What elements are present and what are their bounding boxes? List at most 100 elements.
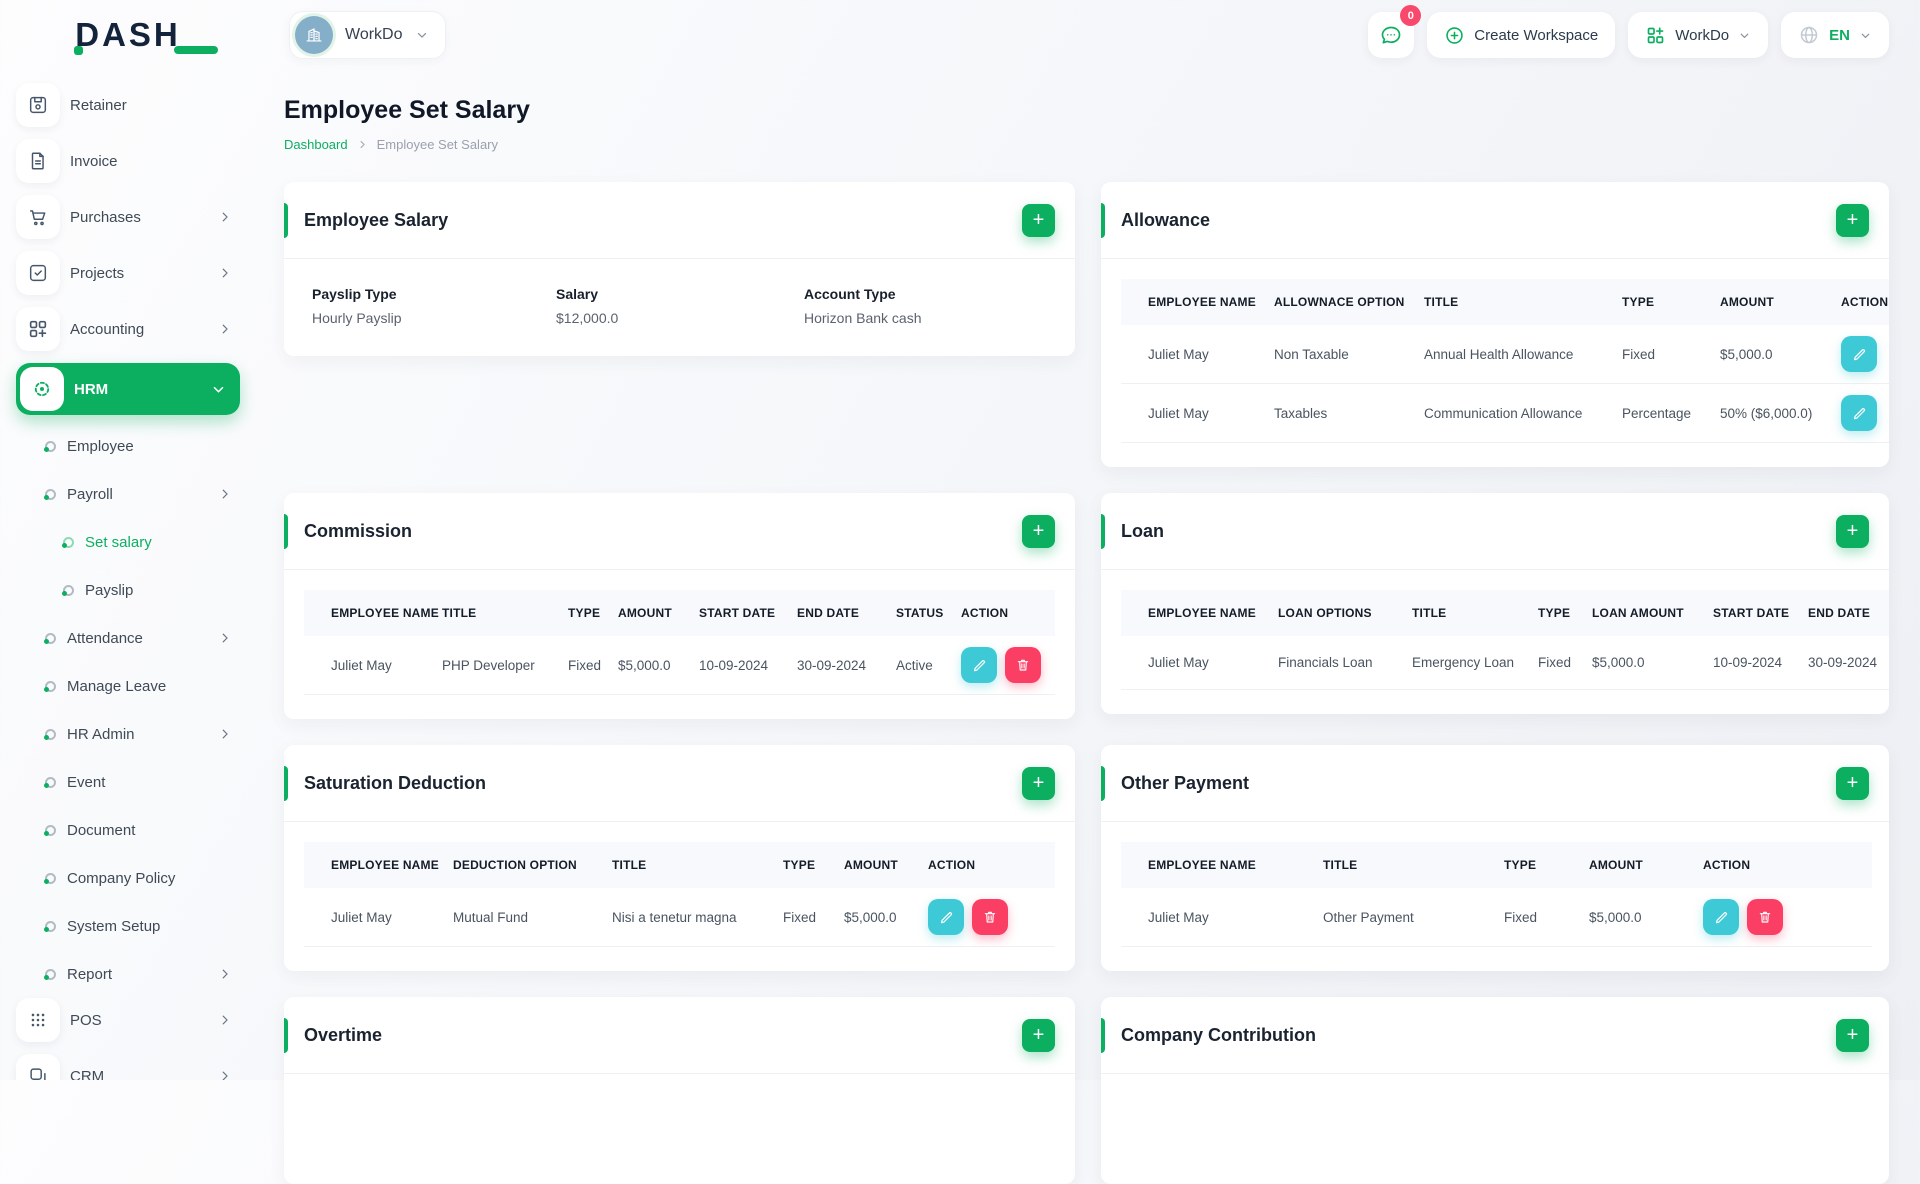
table-cell: Fixed — [1608, 325, 1706, 384]
column-header-employee-name: EMPLOYEE NAME — [1121, 842, 1309, 888]
edit-button[interactable] — [1841, 336, 1877, 372]
workspace-switcher[interactable]: WorkDo — [289, 11, 446, 59]
messages-button[interactable]: 0 — [1368, 12, 1414, 58]
card-title: Company Contribution — [1121, 1025, 1316, 1046]
sidebar-item-company-policy[interactable]: Company Policy — [0, 854, 256, 902]
sidebar-item-attendance[interactable]: Attendance — [0, 614, 256, 662]
loan-table: EMPLOYEE NAMELOAN OPTIONSTITLETYPELOAN A… — [1121, 590, 1889, 690]
logo-bar — [174, 46, 218, 54]
bullet-icon — [45, 489, 56, 500]
chevron-right-icon — [218, 727, 232, 741]
column-header-end-date: END DATE — [1794, 590, 1889, 636]
plus-icon: + — [1847, 773, 1859, 793]
add-allowance-button[interactable]: + — [1836, 204, 1869, 237]
table-cell: Nisi a tenetur magna — [598, 888, 769, 947]
create-workspace-button[interactable]: Create Workspace — [1427, 12, 1615, 58]
sidebar-item-event[interactable]: Event — [0, 758, 256, 806]
add-overtime-button[interactable]: + — [1022, 1019, 1055, 1052]
sidebar-item-payslip[interactable]: Payslip — [0, 566, 256, 614]
pencil-icon — [1851, 346, 1868, 363]
card-title: Loan — [1121, 521, 1164, 542]
app-switcher-button[interactable]: WorkDo — [1628, 12, 1768, 58]
sidebar-item-hr-admin[interactable]: HR Admin — [0, 710, 256, 758]
accent-bar — [284, 203, 288, 238]
plus-circle-icon — [1444, 25, 1465, 46]
sidebar-item-set-salary[interactable]: Set salary — [0, 518, 256, 566]
sidebar-item-system-setup[interactable]: System Setup — [0, 902, 256, 950]
trash-icon — [1757, 909, 1773, 925]
table-cell: Mutual Fund — [439, 888, 598, 947]
chevron-right-icon — [218, 210, 232, 224]
table-row: Juliet MayTaxablesCommunication Allowanc… — [1121, 384, 1889, 443]
card-allowance: Allowance + EMPLOYEE NAMEALLOWNACE OPTIO… — [1101, 182, 1889, 467]
breadcrumb-dashboard-link[interactable]: Dashboard — [284, 137, 348, 152]
edit-button[interactable] — [928, 899, 964, 935]
add-saturation-deduction-button[interactable]: + — [1022, 767, 1055, 800]
top-header: DASH WorkDo 0 Create Workspace — [0, 0, 1920, 70]
chevron-down-icon — [1859, 29, 1872, 42]
card-title: Overtime — [304, 1025, 382, 1046]
plus-icon: + — [1033, 773, 1045, 793]
sidebar-item-accounting[interactable]: Accounting — [16, 307, 240, 351]
column-header-amount: AMOUNT — [604, 590, 685, 636]
action-cell — [1689, 888, 1872, 947]
add-company-contribution-button[interactable]: + — [1836, 1019, 1869, 1052]
chevron-right-icon — [218, 967, 232, 981]
table-cell: Active — [882, 636, 947, 695]
sidebar-item-crm[interactable]: CRM — [16, 1054, 240, 1080]
bullet-icon — [45, 921, 56, 932]
brand-logo: DASH — [0, 16, 256, 54]
table-cell: Juliet May — [304, 636, 428, 695]
column-header-loan-amount: LOAN AMOUNT — [1578, 590, 1699, 636]
sidebar-item-retainer[interactable]: Retainer — [16, 83, 240, 127]
table-cell: Fixed — [1524, 636, 1578, 690]
column-header-type: TYPE — [1490, 842, 1575, 888]
sidebar-item-hrm[interactable]: HRM — [16, 363, 240, 415]
field-account-type: Account Type Horizon Bank cash — [804, 286, 922, 326]
plus-icon: + — [1033, 521, 1045, 541]
sidebar-item-document[interactable]: Document — [0, 806, 256, 854]
table-cell: 10-09-2024 — [1699, 636, 1794, 690]
add-loan-button[interactable]: + — [1836, 515, 1869, 548]
delete-button[interactable] — [972, 899, 1008, 935]
delete-button[interactable] — [1747, 899, 1783, 935]
sidebar-item-payroll[interactable]: Payroll — [0, 470, 256, 518]
grid-plus-icon — [1645, 25, 1666, 46]
add-employee-salary-button[interactable]: + — [1022, 204, 1055, 237]
card-title: Saturation Deduction — [304, 773, 486, 794]
other-payment-table: EMPLOYEE NAMETITLETYPEAMOUNTACTIONJuliet… — [1121, 842, 1889, 947]
commission-table: EMPLOYEE NAMETITLETYPEAMOUNTSTART DATEEN… — [304, 590, 1075, 695]
card-other-payment: Other Payment + EMPLOYEE NAMETITLETYPEAM… — [1101, 745, 1889, 971]
column-header-allownace-option: ALLOWNACE OPTION — [1260, 279, 1410, 325]
column-header-end-date: END DATE — [783, 590, 882, 636]
card-title: Allowance — [1121, 210, 1210, 231]
table-cell: Fixed — [554, 636, 604, 695]
edit-button[interactable] — [1703, 899, 1739, 935]
edit-button[interactable] — [961, 647, 997, 683]
bullet-icon — [45, 873, 56, 884]
add-other-payment-button[interactable]: + — [1836, 767, 1869, 800]
retainer-icon — [16, 83, 60, 127]
sidebar-item-projects[interactable]: Projects — [16, 251, 240, 295]
pos-icon — [16, 998, 60, 1042]
column-header-title: TITLE — [1410, 279, 1608, 325]
sidebar-item-manage-leave[interactable]: Manage Leave — [0, 662, 256, 710]
delete-button[interactable] — [1005, 647, 1041, 683]
table-cell: 30-09-2024 — [783, 636, 882, 695]
sidebar-item-invoice[interactable]: Invoice — [16, 139, 240, 183]
sidebar-item-purchases[interactable]: Purchases — [16, 195, 240, 239]
table-cell: Financials Loan — [1264, 636, 1398, 690]
bullet-icon — [45, 441, 56, 452]
bullet-icon — [45, 969, 56, 980]
table-header-row: EMPLOYEE NAMEDEDUCTION OPTIONTITLETYPEAM… — [304, 842, 1055, 888]
language-button[interactable]: EN — [1781, 12, 1889, 58]
sidebar-item-employee[interactable]: Employee — [0, 422, 256, 470]
accent-bar — [1101, 1018, 1105, 1053]
chevron-down-icon — [1738, 29, 1751, 42]
sidebar-item-report[interactable]: Report — [0, 950, 256, 998]
edit-button[interactable] — [1841, 395, 1877, 431]
add-commission-button[interactable]: + — [1022, 515, 1055, 548]
chevron-right-icon — [218, 1013, 232, 1027]
plus-icon: + — [1847, 1025, 1859, 1045]
sidebar-item-pos[interactable]: POS — [16, 998, 240, 1042]
